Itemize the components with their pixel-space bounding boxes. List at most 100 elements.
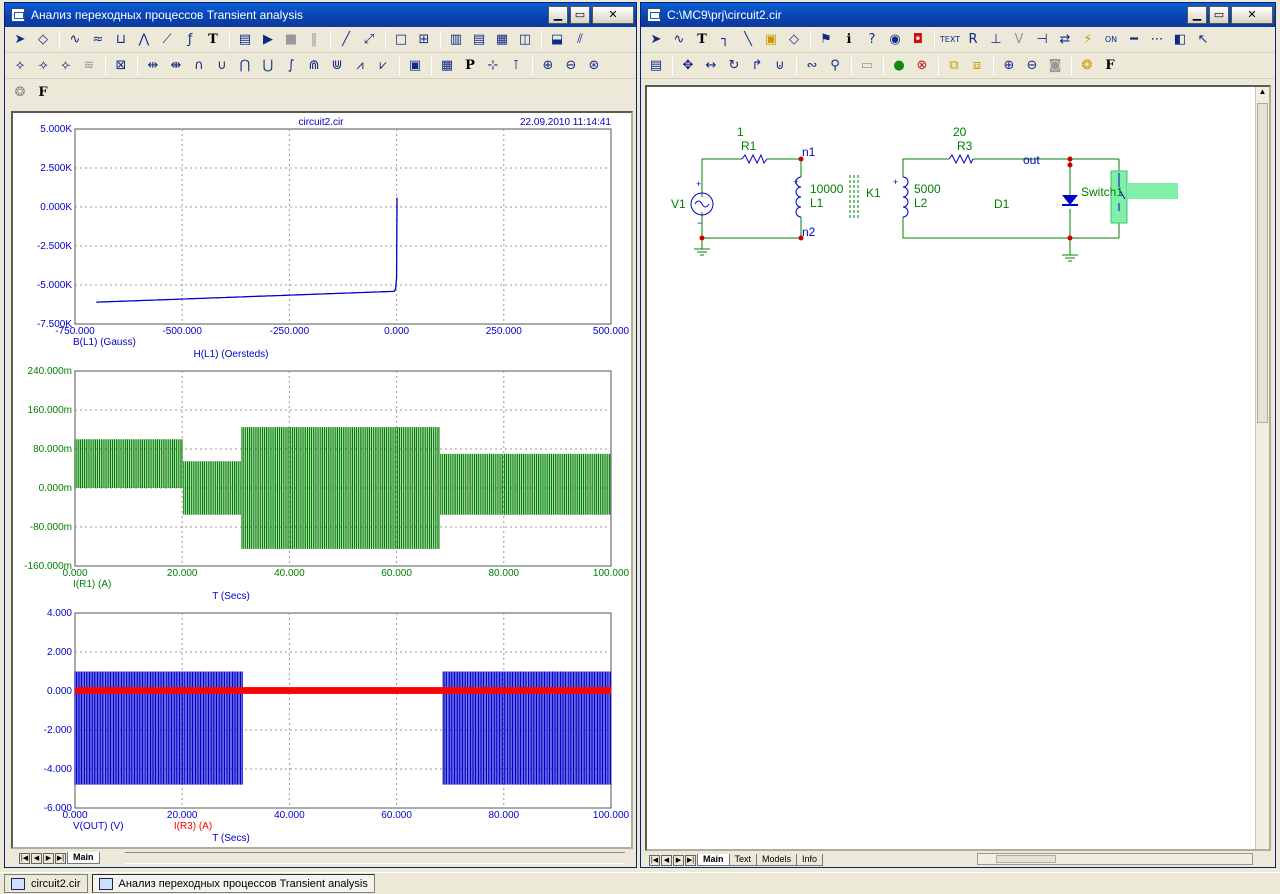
grid-split-icon[interactable]: ◫ [514, 29, 536, 50]
stop-icon[interactable]: ■ [280, 29, 302, 50]
schematic-vscroll[interactable]: ▲ [1255, 87, 1269, 849]
rotate-icon[interactable]: ↻ [723, 55, 745, 76]
scroll-up-arrow[interactable]: ▲ [1256, 87, 1269, 101]
line-icon[interactable]: ╱ [335, 29, 357, 50]
presentation-icon[interactable]: ▭ [856, 55, 878, 76]
select-icon[interactable]: ➤ [9, 29, 31, 50]
node-icon[interactable]: ⊣ [1031, 29, 1053, 50]
scale-icon[interactable]: ⬓ [546, 29, 568, 50]
restore-button[interactable]: ▭ [570, 6, 590, 24]
top-icon[interactable]: ⩘ [349, 55, 371, 76]
scroll-thumb[interactable] [1257, 103, 1268, 423]
peak-icon[interactable]: ⋀ [133, 29, 155, 50]
valley-search-icon[interactable]: ∪ [211, 55, 233, 76]
cursor-left-icon[interactable]: ⟡ [9, 55, 31, 76]
grid-v-icon[interactable]: ▦ [491, 29, 513, 50]
properties-icon[interactable]: ▤ [645, 55, 667, 76]
diag-wire-icon[interactable]: ╲ [737, 29, 759, 50]
tab-main[interactable]: Main [67, 852, 100, 864]
info-icon[interactable]: ℹ [838, 29, 860, 50]
schematic-titlebar[interactable]: C:\MC9\prj\circuit2.cir ▁ ▭ ✕ [641, 3, 1275, 27]
minimize-button[interactable]: ▁ [1187, 6, 1207, 24]
schematic-pane[interactable]: + − + + 1 R1 n1 n2 10000 L1 K1 V1 20 R3 … [645, 85, 1271, 851]
preferences-icon[interactable]: ⊠ [110, 55, 132, 76]
hline-icon[interactable]: ━ [1123, 29, 1145, 50]
cursor-both-icon[interactable]: ⟣ [55, 55, 77, 76]
taskbar-item-circuit[interactable]: circuit2.cir [4, 874, 88, 893]
window-split-icon[interactable]: ◧ [1169, 29, 1191, 50]
close-button[interactable]: ✕ [592, 6, 634, 24]
diagonal-icon[interactable]: ⤢ [358, 29, 380, 50]
text-icon[interactable]: T [691, 29, 713, 50]
prev-tab-button[interactable]: ◀ [31, 852, 42, 864]
select-icon[interactable]: ➤ [645, 29, 667, 50]
front-icon[interactable]: ⧉ [943, 55, 965, 76]
cursor-icon[interactable]: ⊔ [110, 29, 132, 50]
chip-icon[interactable]: ▣ [760, 29, 782, 50]
tab-info[interactable]: Info [796, 854, 824, 866]
inflection-icon[interactable]: ∫ [280, 55, 302, 76]
move-icon[interactable]: ✥ [677, 55, 699, 76]
ok-icon[interactable]: ● [888, 55, 910, 76]
palette-icon[interactable]: ❂ [1076, 55, 1098, 76]
tag2-icon[interactable]: ⊺ [505, 55, 527, 76]
global-high-icon[interactable]: ⋒ [303, 55, 325, 76]
zoom-in-icon[interactable]: ⊕ [537, 55, 559, 76]
tab-main[interactable]: Main [697, 854, 730, 866]
probe2-icon[interactable]: ◘ [907, 29, 929, 50]
first-tab-button[interactable]: |◀ [649, 854, 660, 866]
wire-icon[interactable]: ∿ [668, 29, 690, 50]
component-icon[interactable]: ◇ [32, 29, 54, 50]
dots-icon[interactable]: ⋯ [1146, 29, 1168, 50]
close-button[interactable]: ✕ [1231, 6, 1273, 24]
table-icon[interactable]: ▦ [436, 55, 458, 76]
palette-icon[interactable]: ❂ [9, 82, 31, 103]
clipboard-icon[interactable]: ▣ [404, 55, 426, 76]
hscroll-thumb[interactable] [996, 855, 1056, 863]
ortho-wire-icon[interactable]: ┐ [714, 29, 736, 50]
zoom-out-icon[interactable]: ⊖ [1021, 55, 1043, 76]
switch1-label[interactable]: Switch1 [1081, 185, 1123, 199]
plot1-area[interactable] [74, 128, 612, 325]
slope-icon[interactable]: ⟋ [156, 29, 178, 50]
flip-icon[interactable]: ⊍ [769, 55, 791, 76]
restore-button[interactable]: ▭ [1209, 6, 1229, 24]
attribute-icon[interactable]: R [962, 29, 984, 50]
run-icon[interactable]: ▶ [257, 29, 279, 50]
camera-icon[interactable]: ◙ [1044, 55, 1066, 76]
find-icon[interactable]: ⚲ [824, 55, 846, 76]
prev-tab-button[interactable]: ◀ [661, 854, 672, 866]
analysis-hscroll[interactable] [125, 852, 625, 864]
bottom-icon[interactable]: ⩗ [372, 55, 394, 76]
fo-icon[interactable]: ƒ [179, 29, 201, 50]
taskbar-item-analysis[interactable]: Анализ переходных процессов Transient an… [91, 874, 375, 893]
schematic-hscroll[interactable] [977, 853, 1253, 865]
properties-icon[interactable]: ▤ [234, 29, 256, 50]
cursor-wave-icon[interactable]: ≋ [78, 55, 100, 76]
peak-search-icon[interactable]: ∩ [188, 55, 210, 76]
help-icon[interactable]: ? [861, 29, 883, 50]
component-icon[interactable]: ◇ [783, 29, 805, 50]
global-low-icon[interactable]: ⋓ [326, 55, 348, 76]
text-icon[interactable]: T [202, 29, 224, 50]
pin-icon[interactable]: ⊥ [985, 29, 1007, 50]
text-mode-icon[interactable]: TEXT [939, 29, 961, 50]
prev-point-icon[interactable]: ⇼ [165, 55, 187, 76]
tab-models[interactable]: Models [756, 854, 798, 866]
cursor-right-icon[interactable]: ⟢ [32, 55, 54, 76]
low-icon[interactable]: ⋃ [257, 55, 279, 76]
waveform2-icon[interactable]: ≈ [87, 29, 109, 50]
next-tab-button[interactable]: ▶ [43, 852, 54, 864]
token-icon[interactable]: ⫽ [569, 29, 591, 50]
next-tab-button[interactable]: ▶ [673, 854, 684, 866]
grid-fine-icon[interactable]: ▥ [445, 29, 467, 50]
swap-icon[interactable]: ⇄ [1054, 29, 1076, 50]
first-tab-button[interactable]: |◀ [19, 852, 30, 864]
last-tab-button[interactable]: ▶| [685, 854, 696, 866]
pause-icon[interactable]: ‖ [303, 29, 325, 50]
step-icon[interactable]: ↱ [746, 55, 768, 76]
font-icon[interactable]: F [1099, 55, 1121, 76]
flag-icon[interactable]: ⚑ [815, 29, 837, 50]
frame-icon[interactable]: □ [390, 29, 412, 50]
waveform-icon[interactable]: ∿ [64, 29, 86, 50]
